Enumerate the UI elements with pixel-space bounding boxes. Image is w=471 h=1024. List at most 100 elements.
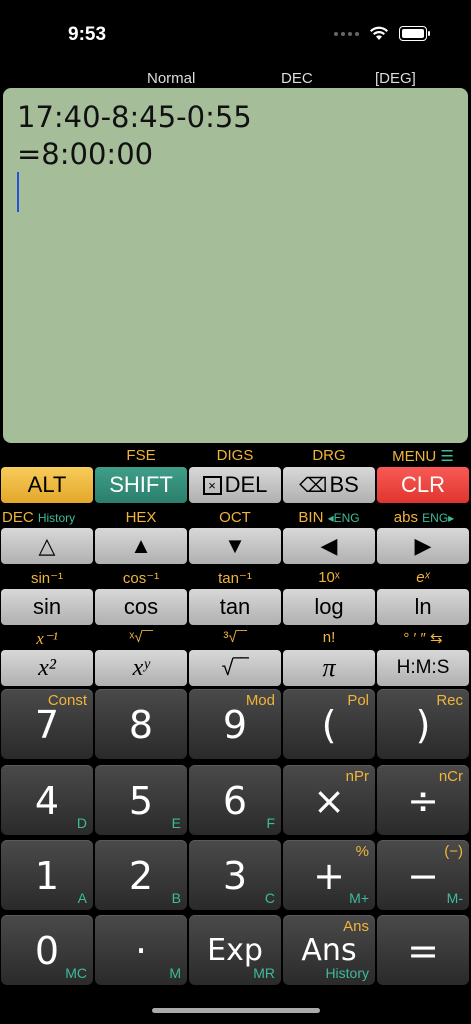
- two-button[interactable]: 2B: [95, 840, 187, 910]
- label-factorial: n!: [322, 629, 336, 646]
- right-button[interactable]: ▶: [377, 528, 469, 564]
- key-alt-label: History: [325, 965, 369, 981]
- key-shift-label: Ans: [343, 918, 369, 935]
- wifi-icon: [370, 26, 388, 40]
- key-label: ÷: [407, 779, 439, 823]
- key-alt-label: MR: [253, 965, 275, 981]
- key-alt-label: MC: [65, 965, 87, 981]
- equals-button[interactable]: =: [377, 915, 469, 985]
- key-alt-label: B: [171, 890, 181, 906]
- bs-button[interactable]: ⌫ BS: [283, 467, 375, 503]
- backspace-icon: ⌫: [299, 474, 328, 497]
- label-pow10: 10ˣ: [318, 569, 340, 586]
- label-abs: abs ENG▸: [393, 509, 455, 526]
- triangle-down-icon: ▼: [224, 533, 246, 558]
- key-shift-label: Rec: [436, 692, 463, 709]
- key-label: 8: [128, 703, 154, 747]
- key-label: ): [415, 703, 431, 747]
- label-bin: BIN ◂ENG: [298, 509, 360, 526]
- key-alt-label: C: [264, 890, 275, 906]
- key-alt-label: M+: [349, 890, 369, 906]
- decimal-button[interactable]: · M: [95, 915, 187, 985]
- divide-button[interactable]: ÷ nCr: [377, 765, 469, 835]
- key-alt-label: A: [77, 890, 87, 906]
- three-button[interactable]: 3C: [189, 840, 281, 910]
- zero-button[interactable]: 0 MC: [1, 915, 93, 985]
- close-paren-button[interactable]: ) Rec: [377, 689, 469, 759]
- key-shift-label: nCr: [438, 768, 463, 785]
- expression-line: 17:40-8:45-0:55: [17, 100, 252, 134]
- key-shift-label: Pol: [347, 692, 369, 709]
- key-label: 9: [222, 703, 248, 747]
- signal-icon: [334, 31, 359, 36]
- key-shift-label: (−): [444, 843, 463, 860]
- ans-button[interactable]: Ans Ans History: [283, 915, 375, 985]
- status-bar: 9:53: [0, 0, 471, 66]
- power-button[interactable]: xʸ: [95, 650, 187, 686]
- clr-button[interactable]: CLR: [377, 467, 469, 503]
- square-button[interactable]: x²: [1, 650, 93, 686]
- hms-button[interactable]: H:M:S: [377, 650, 469, 686]
- cos-button[interactable]: cos: [95, 589, 187, 625]
- menu-icon: ☰: [436, 448, 454, 465]
- battery-icon: [399, 26, 430, 41]
- nine-button[interactable]: 9 Mod: [189, 689, 281, 759]
- home-indicator[interactable]: [152, 1008, 320, 1013]
- sqrt-button[interactable]: √‾‾: [189, 650, 281, 686]
- key-alt-label: M: [169, 965, 181, 981]
- key-shift-label: nPr: [345, 768, 369, 785]
- label-menu: MENU ☰: [392, 448, 454, 465]
- plus-button[interactable]: +% M+: [283, 840, 375, 910]
- open-paren-button[interactable]: ( Pol: [283, 689, 375, 759]
- eight-button[interactable]: 8: [95, 689, 187, 759]
- up-outline-button[interactable]: △: [1, 528, 93, 564]
- four-button[interactable]: 4D: [1, 765, 93, 835]
- key-label: =: [407, 929, 439, 973]
- up-button[interactable]: ▲: [95, 528, 187, 564]
- multiply-button[interactable]: × nPr: [283, 765, 375, 835]
- mode-normal: Normal: [147, 70, 196, 87]
- del-icon: ×: [202, 475, 222, 495]
- mode-angle: [DEG]: [375, 70, 416, 87]
- label-asin: sin⁻¹: [30, 570, 64, 587]
- calculator-display[interactable]: 17:40-8:45-0:55 =8:00:00: [3, 88, 468, 443]
- key-label: Exp: [207, 933, 263, 968]
- seven-button[interactable]: 7 Const: [1, 689, 93, 759]
- label-oct: OCT: [219, 509, 251, 526]
- del-button[interactable]: × DEL: [189, 467, 281, 503]
- mode-base: DEC: [281, 70, 313, 87]
- left-button[interactable]: ◀: [283, 528, 375, 564]
- pi-button[interactable]: π: [283, 650, 375, 686]
- key-shift-label: %: [355, 843, 369, 860]
- triangle-up-icon: ▲: [130, 533, 152, 558]
- label-dms: ° ′ ″ ⇆: [403, 630, 443, 647]
- label-atan: tan⁻¹: [218, 570, 252, 587]
- label-drg: DRG: [312, 447, 346, 464]
- down-button[interactable]: ▼: [189, 528, 281, 564]
- tan-button[interactable]: tan: [189, 589, 281, 625]
- ln-button[interactable]: ln: [377, 589, 469, 625]
- key-shift-label: Const: [47, 692, 87, 709]
- shift-button[interactable]: SHIFT: [95, 467, 187, 503]
- label-digs: DIGS: [216, 447, 254, 464]
- label-hex: HEX: [125, 509, 157, 526]
- key-label: (: [321, 703, 337, 747]
- one-button[interactable]: 1A: [1, 840, 93, 910]
- sin-button[interactable]: sin: [1, 589, 93, 625]
- label-cbrt: ³√‾‾: [223, 629, 247, 646]
- key-alt-label: F: [266, 815, 275, 831]
- minus-button[interactable]: − (−) M-: [377, 840, 469, 910]
- log-button[interactable]: log: [283, 589, 375, 625]
- key-alt-label: M-: [446, 890, 463, 906]
- triangle-up-outline-icon: △: [38, 533, 56, 558]
- key-label: Ans: [301, 933, 357, 968]
- label-acos: cos⁻¹: [122, 570, 160, 587]
- key-alt-label: E: [171, 815, 181, 831]
- six-button[interactable]: 6F: [189, 765, 281, 835]
- label-reciprocal: x⁻¹: [36, 629, 58, 648]
- result-line: =8:00:00: [17, 137, 154, 171]
- five-button[interactable]: 5E: [95, 765, 187, 835]
- text-cursor: [17, 172, 19, 212]
- exp-button[interactable]: Exp MR: [189, 915, 281, 985]
- alt-button[interactable]: ALT: [1, 467, 93, 503]
